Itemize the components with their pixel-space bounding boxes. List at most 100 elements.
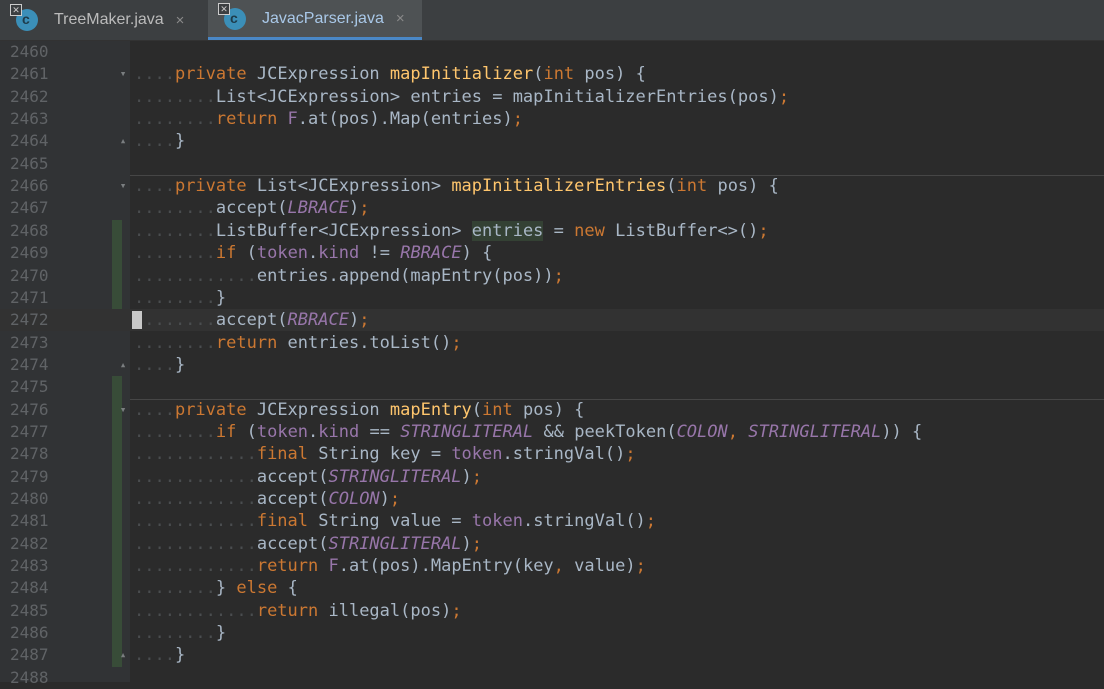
java-class-icon: ✕ c — [10, 4, 38, 31]
code-line[interactable]: 2481 ............final String value = tok… — [0, 510, 1104, 532]
code-content: ............accept(COLON); — [134, 488, 400, 510]
line-number: 2465 — [10, 153, 49, 173]
code-text: List<JCExpression> — [246, 176, 452, 197]
code-line[interactable]: 2474....} — [0, 354, 1104, 376]
code-line[interactable]: 2466 ....private List<JCExpression> mapIn… — [0, 175, 1104, 197]
code-line[interactable]: 2476 ....private JCExpression mapEntry(in… — [0, 399, 1104, 421]
code-line[interactable]: 2486........} — [0, 622, 1104, 644]
code-text: } — [215, 623, 227, 644]
code-content: ........accept(LBRACE); — [134, 197, 369, 219]
keyword-token: return — [256, 600, 319, 621]
code-text: entries.toList() — [277, 332, 452, 353]
keyword-token: ; — [635, 556, 646, 577]
code-content: ........if (token.kind != RBRACE) { — [134, 242, 492, 264]
code-line[interactable]: 2475 — [0, 376, 1104, 398]
close-tab-icon[interactable]: × — [396, 10, 405, 27]
code-line[interactable]: 2483 ............return F.at(pos).MapEntr… — [0, 555, 1104, 577]
code-text: ( — [666, 176, 677, 197]
keyword-token: int — [543, 64, 575, 85]
code-line[interactable]: 2471........} — [0, 287, 1104, 309]
code-line[interactable]: 2470 ............entries.append(mapEntry(… — [0, 265, 1104, 287]
code-text: { — [277, 578, 298, 599]
indent-guide: ........ — [134, 220, 216, 241]
code-line[interactable]: 2462 ........List<JCExpression> entries =… — [0, 86, 1104, 108]
field-token: F — [287, 109, 298, 130]
code-content: ........if (token.kind == STRINGLITERAL … — [134, 421, 922, 443]
code-text: ) { — [461, 243, 493, 264]
code-line[interactable]: 2479 ............accept(STRINGLITERAL); — [0, 466, 1104, 488]
tab-treemaker[interactable]: ✕ c TreeMaker.java × — [0, 0, 206, 40]
code-line[interactable]: 2467 ........accept(LBRACE); — [0, 197, 1104, 219]
keyword-token: ; — [389, 489, 401, 509]
line-number: 2484 — [10, 578, 49, 598]
tab-javacparser[interactable]: ✕ c JavacParser.java × — [208, 0, 422, 40]
tab-label: TreeMaker.java — [54, 11, 164, 28]
line-number: 2471 — [10, 287, 49, 307]
keyword-token: int — [482, 399, 513, 420]
line-number: 2478 — [10, 444, 49, 464]
keyword-token: ; — [512, 109, 523, 130]
method-name: mapEntry — [389, 399, 472, 420]
code-line[interactable]: 2488 — [0, 667, 1104, 689]
keyword-token: final — [256, 444, 309, 465]
code-content: ....} — [134, 354, 185, 376]
code-line[interactable]: 2465 — [0, 153, 1104, 175]
code-line[interactable]: 2487....} — [0, 644, 1104, 666]
code-text: illegal(pos) — [318, 600, 452, 621]
field-token: F — [328, 556, 339, 577]
code-line[interactable]: 2477 ........if (token.kind == STRINGLITE… — [0, 421, 1104, 443]
code-line[interactable]: 2484........} else { — [0, 577, 1104, 599]
code-text: .stringVal() — [502, 444, 626, 465]
tab-label: JavacParser.java — [262, 9, 384, 27]
code-line[interactable]: 2473 ........return entries.toList(); — [0, 332, 1104, 354]
code-line[interactable]: 2463 ........return F.at(pos).Map(entries… — [0, 108, 1104, 130]
keyword-token: ; — [359, 310, 370, 331]
indent-guide: ............ — [134, 444, 257, 465]
code-text: ( — [471, 399, 483, 420]
keyword-token: final — [256, 511, 309, 532]
code-text: ( — [236, 421, 257, 442]
code-line[interactable]: 2472 ........accept(RBRACE); — [0, 309, 1104, 332]
code-content: ....private List<JCExpression> mapInitia… — [134, 175, 779, 197]
keyword-token: , — [727, 421, 738, 442]
constant-token: STRINGLITERAL — [400, 421, 534, 442]
line-number: 2477 — [10, 421, 49, 441]
keyword-token: ; — [625, 444, 636, 465]
code-line[interactable]: 2460 — [0, 41, 1104, 63]
close-tab-icon[interactable]: × — [176, 12, 185, 29]
code-line[interactable]: 2469 ........if (token.kind != RBRACE) { — [0, 242, 1104, 264]
code-line[interactable]: 2461 ....private JCExpression mapInitiali… — [0, 63, 1104, 85]
code-text: ) — [461, 466, 472, 487]
code-line[interactable]: 2485 ............return illegal(pos); — [0, 600, 1104, 622]
constant-token: COLON — [328, 489, 380, 509]
field-token: token — [451, 444, 503, 465]
code-text: accept( — [256, 489, 329, 509]
keyword-token: , — [553, 556, 564, 577]
line-number: 2460 — [10, 42, 49, 61]
code-text: = — [543, 220, 575, 241]
code-line[interactable]: 2468 ........ListBuffer<JCExpression> ent… — [0, 220, 1104, 242]
code-line[interactable]: 2478 ............final String key = token… — [0, 443, 1104, 465]
field-token: kind — [318, 421, 360, 442]
code-text: pos) { — [574, 64, 646, 85]
code-line[interactable]: 2480 ............accept(COLON); — [0, 488, 1104, 510]
line-number: 2466 — [10, 176, 49, 196]
indent-guide: ........ — [134, 109, 216, 130]
code-line[interactable]: 2464....} — [0, 130, 1104, 152]
keyword-token: ; — [471, 533, 483, 554]
constant-token: STRINGLITERAL — [748, 421, 882, 442]
code-text: .at(pos).MapEntry(key — [338, 556, 554, 577]
indent-guide: ........ — [134, 86, 216, 107]
indent-guide: ........ — [134, 421, 216, 442]
code-text: accept( — [256, 466, 329, 487]
keyword-token: ; — [359, 198, 370, 219]
code-line[interactable]: 2482 ............accept(STRINGLITERAL); — [0, 533, 1104, 555]
keyword-token: int — [676, 176, 708, 197]
code-text: value) — [563, 556, 636, 577]
code-text: ) — [348, 198, 360, 219]
code-content: ............final String key = token.str… — [134, 443, 636, 465]
code-editor[interactable]: ▾ ▴ ▾ ▴ ▾ ▴ 2460 2461 ....private JCExpression m… — [0, 41, 1104, 687]
code-text: . — [308, 421, 319, 442]
indent-guide: .... — [134, 64, 175, 85]
